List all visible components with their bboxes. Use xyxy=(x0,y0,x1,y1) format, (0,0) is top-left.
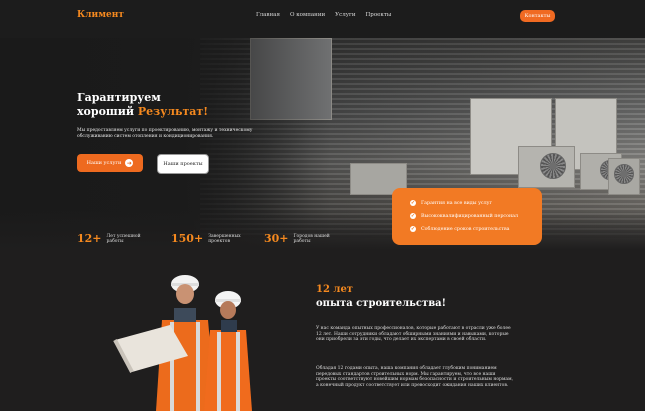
feature-item: ✓ Гарантия на все виды услуг xyxy=(410,200,492,206)
nav-home[interactable]: Главная xyxy=(256,12,280,18)
stat-years: 12+ Лет успешной работы xyxy=(77,232,147,245)
hero-description: Мы предоставляем услуги по проектировани… xyxy=(77,128,253,139)
contacts-button[interactable]: Контакты xyxy=(520,10,555,22)
our-projects-button[interactable]: Наши проекты xyxy=(157,154,209,174)
check-icon: ✓ xyxy=(410,226,416,232)
header: Климент Главная О компании Услуги Проект… xyxy=(0,0,645,38)
fan-icon xyxy=(540,153,566,179)
stat-number: 30+ xyxy=(264,232,289,245)
stat-number: 150+ xyxy=(171,232,204,245)
about-title-experience: опыта строительства! xyxy=(316,298,447,309)
feature-label: Гарантия на все виды услуг xyxy=(421,200,492,206)
workers-image xyxy=(113,275,252,411)
our-services-label: Наши услуги xyxy=(86,160,122,166)
fan-icon xyxy=(614,164,634,184)
feature-label: Высококвалифицированный персонал xyxy=(421,213,519,219)
stat-label: Завершенных проектов xyxy=(208,233,241,244)
hero-title: Гарантируем хороший Результат! xyxy=(77,91,208,119)
logo[interactable]: Климент xyxy=(77,10,124,20)
check-icon: ✓ xyxy=(410,213,416,219)
about-title: 12 лет опыта строительства! xyxy=(316,283,446,311)
about-paragraph: Обладая 12 годами опыта, наша компания о… xyxy=(316,366,514,388)
nav-about[interactable]: О компании xyxy=(290,12,325,18)
stat-number: 12+ xyxy=(77,232,102,245)
features-card: ✓ Гарантия на все виды услуг ✓ Высококвали… xyxy=(392,188,542,245)
check-icon: ✓ xyxy=(410,200,416,206)
stat-label: Лет успешной работы xyxy=(106,233,141,244)
feature-item: ✓ Соблюдение сроков строительства xyxy=(410,226,510,232)
our-services-button[interactable]: Наши услуги ➜ xyxy=(77,154,143,172)
hero-title-prefix: хороший xyxy=(77,105,138,118)
main-nav: Главная О компании Услуги Проекты xyxy=(256,12,391,18)
hero-title-accent: Результат! xyxy=(137,105,209,118)
arrow-right-icon: ➜ xyxy=(125,159,134,167)
about-paragraph: У нас команда опытных профессионалов, ко… xyxy=(316,326,511,343)
hero-title-line2: хороший Результат! xyxy=(77,105,208,119)
feature-label: Соблюдение сроков строительства xyxy=(421,226,510,232)
feature-item: ✓ Высококвалифицированный персонал xyxy=(410,213,518,219)
about-title-years: 12 лет xyxy=(316,284,354,295)
nav-services[interactable]: Услуги xyxy=(335,12,355,18)
hero-section xyxy=(0,38,645,250)
nav-projects[interactable]: Проекты xyxy=(366,12,392,18)
stat-label: Городов нашей работы xyxy=(293,233,330,244)
stat-cities: 30+ Городов нашей работы xyxy=(264,232,334,245)
hero-title-line1: Гарантируем xyxy=(77,91,161,104)
stat-projects: 150+ Завершенных проектов xyxy=(171,232,248,245)
